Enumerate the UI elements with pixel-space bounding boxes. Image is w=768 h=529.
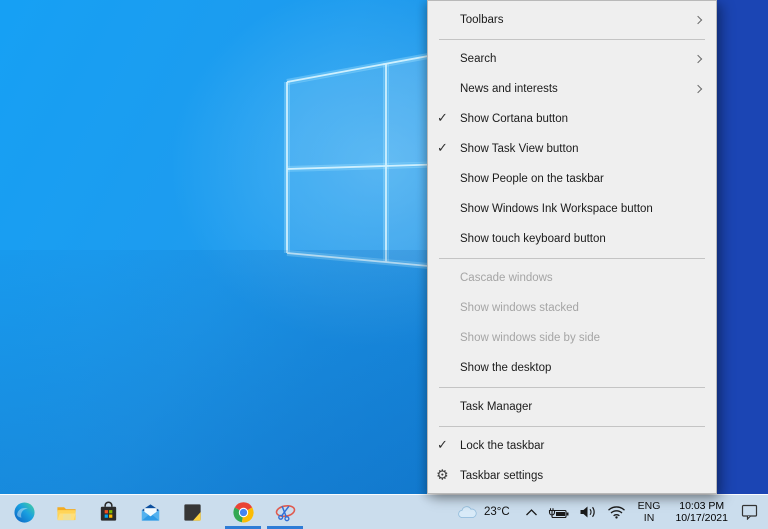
taskbar-app-snipping-tool[interactable] (264, 495, 306, 529)
menu-item-show-touch-keyboard[interactable]: Show touch keyboard button (428, 224, 716, 254)
taskbar: 23°C ENG IN 10:03 PM 10/17/2021 (0, 494, 768, 529)
language-code: ENG (637, 500, 661, 512)
menu-item-label: Show Cortana button (460, 113, 569, 125)
menu-item-label: Task Manager (460, 401, 533, 413)
notification-icon (741, 504, 758, 520)
menu-item-label: Cascade windows (460, 272, 553, 284)
clock[interactable]: 10:03 PM 10/17/2021 (667, 495, 736, 529)
language-indicator[interactable]: ENG IN (631, 495, 668, 529)
menu-separator (439, 387, 705, 388)
mail-icon (141, 503, 159, 521)
battery-status[interactable] (543, 495, 574, 529)
submenu-arrow-icon (693, 54, 703, 64)
battery-charging-icon (548, 507, 569, 518)
sticky-notes-icon (183, 503, 201, 521)
checkmark-icon: ✓ (437, 140, 448, 156)
menu-item-task-manager[interactable]: Task Manager (428, 392, 716, 422)
menu-item-show-windows-stacked: Show windows stacked (428, 293, 716, 323)
menu-item-label: Show Windows Ink Workspace button (460, 203, 653, 215)
menu-item-label: Taskbar settings (460, 470, 544, 482)
menu-separator (439, 258, 705, 259)
action-center-button[interactable] (736, 495, 768, 529)
menu-item-label: Show People on the taskbar (460, 173, 604, 185)
network-status[interactable] (602, 495, 631, 529)
menu-item-label: Show windows stacked (460, 302, 579, 314)
taskbar-app-sticky-notes[interactable] (171, 495, 213, 529)
wifi-icon (607, 506, 625, 519)
menu-item-label: Search (460, 53, 497, 65)
menu-item-show-the-desktop[interactable]: Show the desktop (428, 353, 716, 383)
taskbar-app-mail[interactable] (129, 495, 171, 529)
chevron-up-icon (525, 508, 537, 515)
menu-item-show-task-view-button[interactable]: ✓ Show Task View button (428, 134, 716, 164)
volume-control[interactable] (574, 495, 602, 529)
menu-item-label: Show windows side by side (460, 332, 600, 344)
speaker-icon (580, 506, 595, 518)
checkmark-icon: ✓ (437, 110, 448, 126)
menu-item-show-cortana-button[interactable]: ✓ Show Cortana button (428, 104, 716, 134)
menu-item-search[interactable]: Search (428, 44, 716, 74)
menu-item-cascade-windows: Cascade windows (428, 263, 716, 293)
checkmark-icon: ✓ (437, 437, 448, 453)
menu-item-label: Show the desktop (460, 362, 552, 374)
menu-item-lock-the-taskbar[interactable]: ✓ Lock the taskbar (428, 431, 716, 461)
edge-icon (13, 501, 35, 523)
snipping-tool-icon (275, 504, 295, 521)
menu-item-toolbars[interactable]: Toolbars (428, 5, 716, 35)
taskbar-app-file-explorer[interactable] (45, 495, 87, 529)
chrome-icon (232, 501, 254, 523)
clock-time: 10:03 PM (679, 499, 725, 512)
file-explorer-icon (56, 506, 76, 520)
menu-item-taskbar-settings[interactable]: ⚙ Taskbar settings (428, 461, 716, 491)
language-region: IN (643, 512, 655, 524)
weather-cloud-icon (458, 505, 477, 518)
microsoft-store-icon (100, 501, 116, 521)
show-hidden-icons-button[interactable] (520, 495, 543, 529)
system-tray: 23°C ENG IN 10:03 PM 10/17/2021 (451, 495, 768, 529)
weather-widget[interactable]: 23°C (451, 495, 520, 529)
menu-item-label: Toolbars (460, 14, 504, 26)
wallpaper-floor-rays (0, 250, 470, 494)
menu-item-news-and-interests[interactable]: News and interests (428, 74, 716, 104)
taskbar-app-microsoft-store[interactable] (87, 495, 129, 529)
menu-item-show-ink-workspace[interactable]: Show Windows Ink Workspace button (428, 194, 716, 224)
menu-item-show-people[interactable]: Show People on the taskbar (428, 164, 716, 194)
weather-temperature: 23°C (483, 506, 510, 518)
submenu-arrow-icon (693, 84, 703, 94)
menu-separator (439, 426, 705, 427)
submenu-arrow-icon (693, 15, 703, 25)
menu-item-label: Show Task View button (460, 143, 579, 155)
taskbar-app-edge[interactable] (3, 495, 45, 529)
menu-separator (439, 39, 705, 40)
menu-item-label: Lock the taskbar (460, 440, 545, 452)
menu-item-label: News and interests (460, 83, 558, 95)
gear-icon: ⚙ (436, 467, 449, 484)
menu-item-show-windows-side-by-side: Show windows side by side (428, 323, 716, 353)
clock-date: 10/17/2021 (675, 512, 728, 524)
taskbar-app-chrome[interactable] (222, 495, 264, 529)
taskbar-context-menu: Toolbars Search News and interests ✓ Sho… (427, 0, 717, 494)
menu-item-label: Show touch keyboard button (460, 233, 606, 245)
